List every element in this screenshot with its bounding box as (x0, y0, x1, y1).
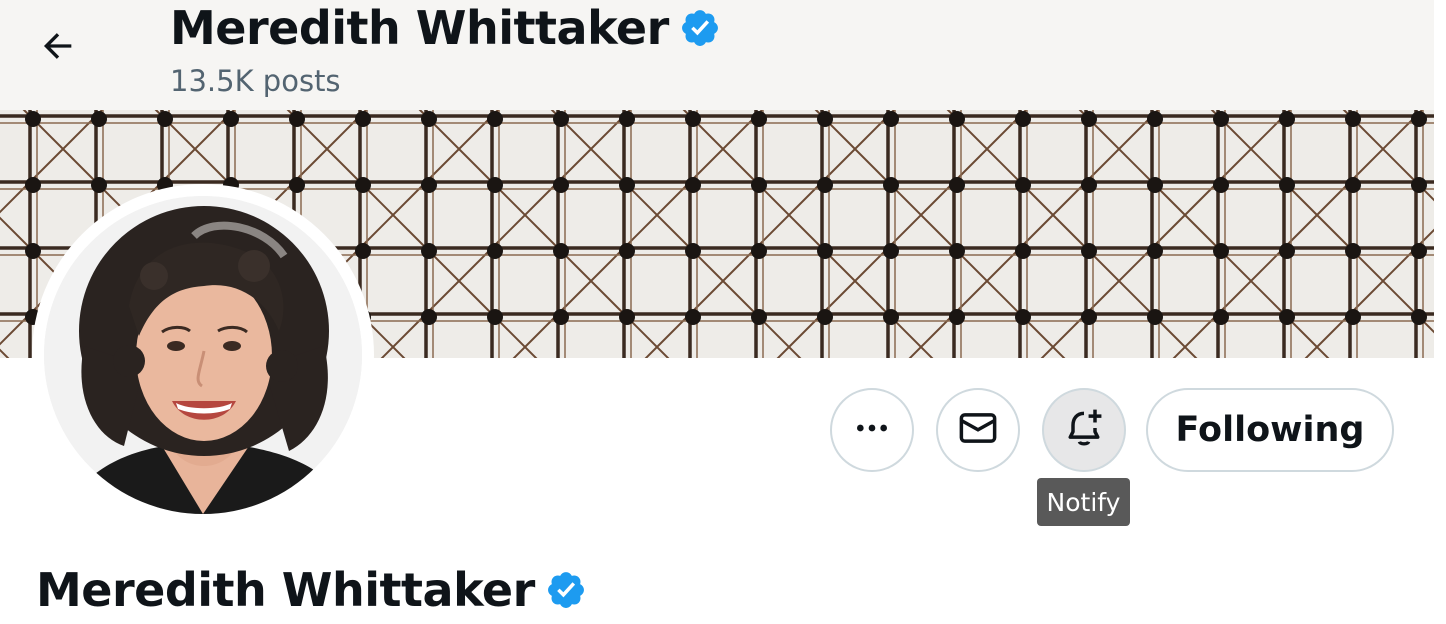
profile-avatar[interactable] (32, 184, 374, 526)
profile-name-row: Meredith Whittaker (36, 560, 587, 620)
header-title: Meredith Whittaker (170, 1, 721, 55)
notify-tooltip: Notify (1037, 478, 1130, 526)
verified-badge-icon[interactable] (545, 569, 587, 611)
top-header: Meredith Whittaker 13.5K posts (0, 0, 1446, 110)
back-button[interactable] (24, 14, 92, 82)
right-edge (1434, 0, 1446, 624)
header-name: Meredith Whittaker (170, 1, 669, 55)
verified-badge-icon[interactable] (679, 7, 721, 49)
following-button[interactable]: Following (1146, 388, 1394, 472)
more-button[interactable] (830, 388, 914, 472)
envelope-icon (957, 407, 999, 454)
avatar-photo (44, 196, 362, 514)
more-horizontal-icon (852, 408, 892, 453)
posts-count: 13.5K posts (170, 64, 341, 98)
notify-button[interactable] (1042, 388, 1126, 472)
profile-name: Meredith Whittaker (36, 563, 535, 617)
arrow-left-icon (38, 26, 78, 71)
profile-page: Meredith Whittaker 13.5K posts Following… (0, 0, 1446, 624)
message-button[interactable] (936, 388, 1020, 472)
bell-plus-icon (1062, 406, 1106, 455)
